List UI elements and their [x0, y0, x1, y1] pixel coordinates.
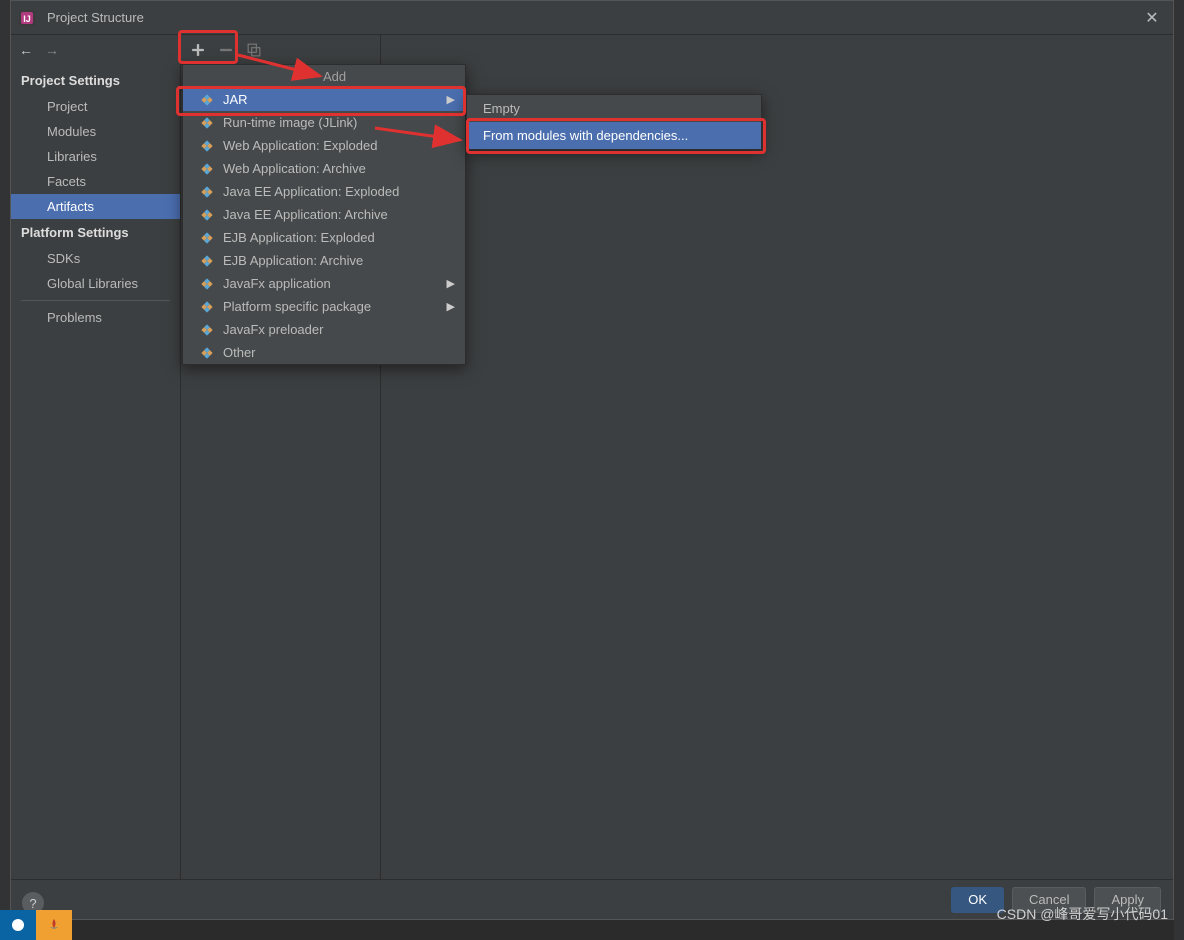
titlebar: IJ Project Structure ✕: [11, 1, 1173, 35]
watermark-text: CSDN @峰哥爱写小代码01: [997, 904, 1168, 924]
artifact-type-icon: [199, 345, 215, 361]
artifact-type-icon: [199, 276, 215, 292]
submenu-arrow-icon: ▶: [447, 300, 455, 313]
add-menu-item-9[interactable]: Platform specific package ▶: [183, 295, 465, 318]
jar-submenu: EmptyFrom modules with dependencies...: [466, 94, 762, 150]
sidebar-list: Project Settings Project Modules Librari…: [11, 65, 180, 330]
artifact-type-icon: [199, 322, 215, 338]
jar-submenu-item-1[interactable]: From modules with dependencies...: [467, 122, 761, 149]
bg-strip-left: [0, 0, 10, 940]
add-menu-item-2[interactable]: Web Application: Exploded: [183, 134, 465, 157]
add-menu-item-11[interactable]: Other: [183, 341, 465, 364]
artifact-type-icon: [199, 115, 215, 131]
sidebar-item-project[interactable]: Project: [11, 94, 180, 119]
sidebar-item-sdks[interactable]: SDKs: [11, 246, 180, 271]
artifact-type-icon: [199, 92, 215, 108]
add-menu-item-label: Platform specific package: [223, 299, 371, 314]
add-menu-item-label: Run-time image (JLink): [223, 115, 357, 130]
sidebar-item-facets[interactable]: Facets: [11, 169, 180, 194]
add-artifact-menu: Add JAR ▶ Run-time image (JLink) Web Applic…: [182, 64, 466, 365]
add-menu-item-4[interactable]: Java EE Application: Exploded: [183, 180, 465, 203]
sidebar-item-libraries[interactable]: Libraries: [11, 144, 180, 169]
artifact-type-icon: [199, 161, 215, 177]
sidebar-item-problems[interactable]: Problems: [11, 305, 180, 330]
main-panel: [381, 35, 1173, 879]
artifact-type-icon: [199, 299, 215, 315]
artifacts-toolbar: [181, 35, 380, 65]
add-menu-item-7[interactable]: EJB Application: Archive: [183, 249, 465, 272]
sidebar-separator: [21, 300, 170, 301]
submenu-arrow-icon: ▶: [447, 93, 455, 106]
artifact-type-icon: [199, 253, 215, 269]
add-menu-item-8[interactable]: JavaFx application ▶: [183, 272, 465, 295]
add-menu-item-10[interactable]: JavaFx preloader: [183, 318, 465, 341]
sidebar: ← → Project Settings Project Modules Lib…: [11, 35, 181, 879]
add-menu-item-6[interactable]: EJB Application: Exploded: [183, 226, 465, 249]
artifact-type-icon: [199, 230, 215, 246]
add-menu-item-label: JAR: [223, 92, 248, 107]
add-artifact-button[interactable]: [189, 41, 207, 59]
forward-arrow-icon[interactable]: →: [45, 42, 59, 58]
add-menu-item-3[interactable]: Web Application: Archive: [183, 157, 465, 180]
submenu-arrow-icon: ▶: [447, 277, 455, 290]
artifact-type-icon: [199, 138, 215, 154]
add-menu-item-label: EJB Application: Archive: [223, 253, 363, 268]
bg-strip-right: [1174, 0, 1184, 940]
sidebar-nav: ← →: [11, 35, 180, 65]
back-arrow-icon[interactable]: ←: [19, 42, 33, 58]
sidebar-item-artifacts[interactable]: Artifacts: [11, 194, 180, 219]
jar-submenu-item-0[interactable]: Empty: [467, 95, 761, 122]
dialog-title: Project Structure: [47, 10, 1137, 25]
add-menu-item-5[interactable]: Java EE Application: Archive: [183, 203, 465, 226]
sidebar-item-modules[interactable]: Modules: [11, 119, 180, 144]
section-project-settings: Project Settings: [11, 67, 180, 94]
add-menu-item-label: Java EE Application: Archive: [223, 207, 388, 222]
add-menu-item-label: EJB Application: Exploded: [223, 230, 375, 245]
add-menu-item-label: Other: [223, 345, 256, 360]
artifact-type-icon: [199, 184, 215, 200]
add-menu-item-label: Java EE Application: Exploded: [223, 184, 399, 199]
svg-text:IJ: IJ: [23, 14, 31, 24]
section-platform-settings: Platform Settings: [11, 219, 180, 246]
taskbar-app-1[interactable]: [0, 910, 36, 940]
copy-artifact-button[interactable]: [245, 41, 263, 59]
add-menu-item-0[interactable]: JAR ▶: [183, 88, 465, 111]
taskbar-app-2[interactable]: [36, 910, 72, 940]
add-menu-item-label: JavaFx preloader: [223, 322, 323, 337]
remove-artifact-button[interactable]: [217, 41, 235, 59]
add-menu-item-label: Web Application: Archive: [223, 161, 366, 176]
close-button[interactable]: ✕: [1137, 8, 1167, 28]
sidebar-item-global-libraries[interactable]: Global Libraries: [11, 271, 180, 296]
add-menu-item-label: JavaFx application: [223, 276, 331, 291]
add-menu-title: Add: [183, 65, 465, 88]
add-menu-item-1[interactable]: Run-time image (JLink): [183, 111, 465, 134]
add-menu-item-label: Web Application: Exploded: [223, 138, 377, 153]
app-icon: IJ: [17, 8, 37, 28]
artifact-type-icon: [199, 207, 215, 223]
